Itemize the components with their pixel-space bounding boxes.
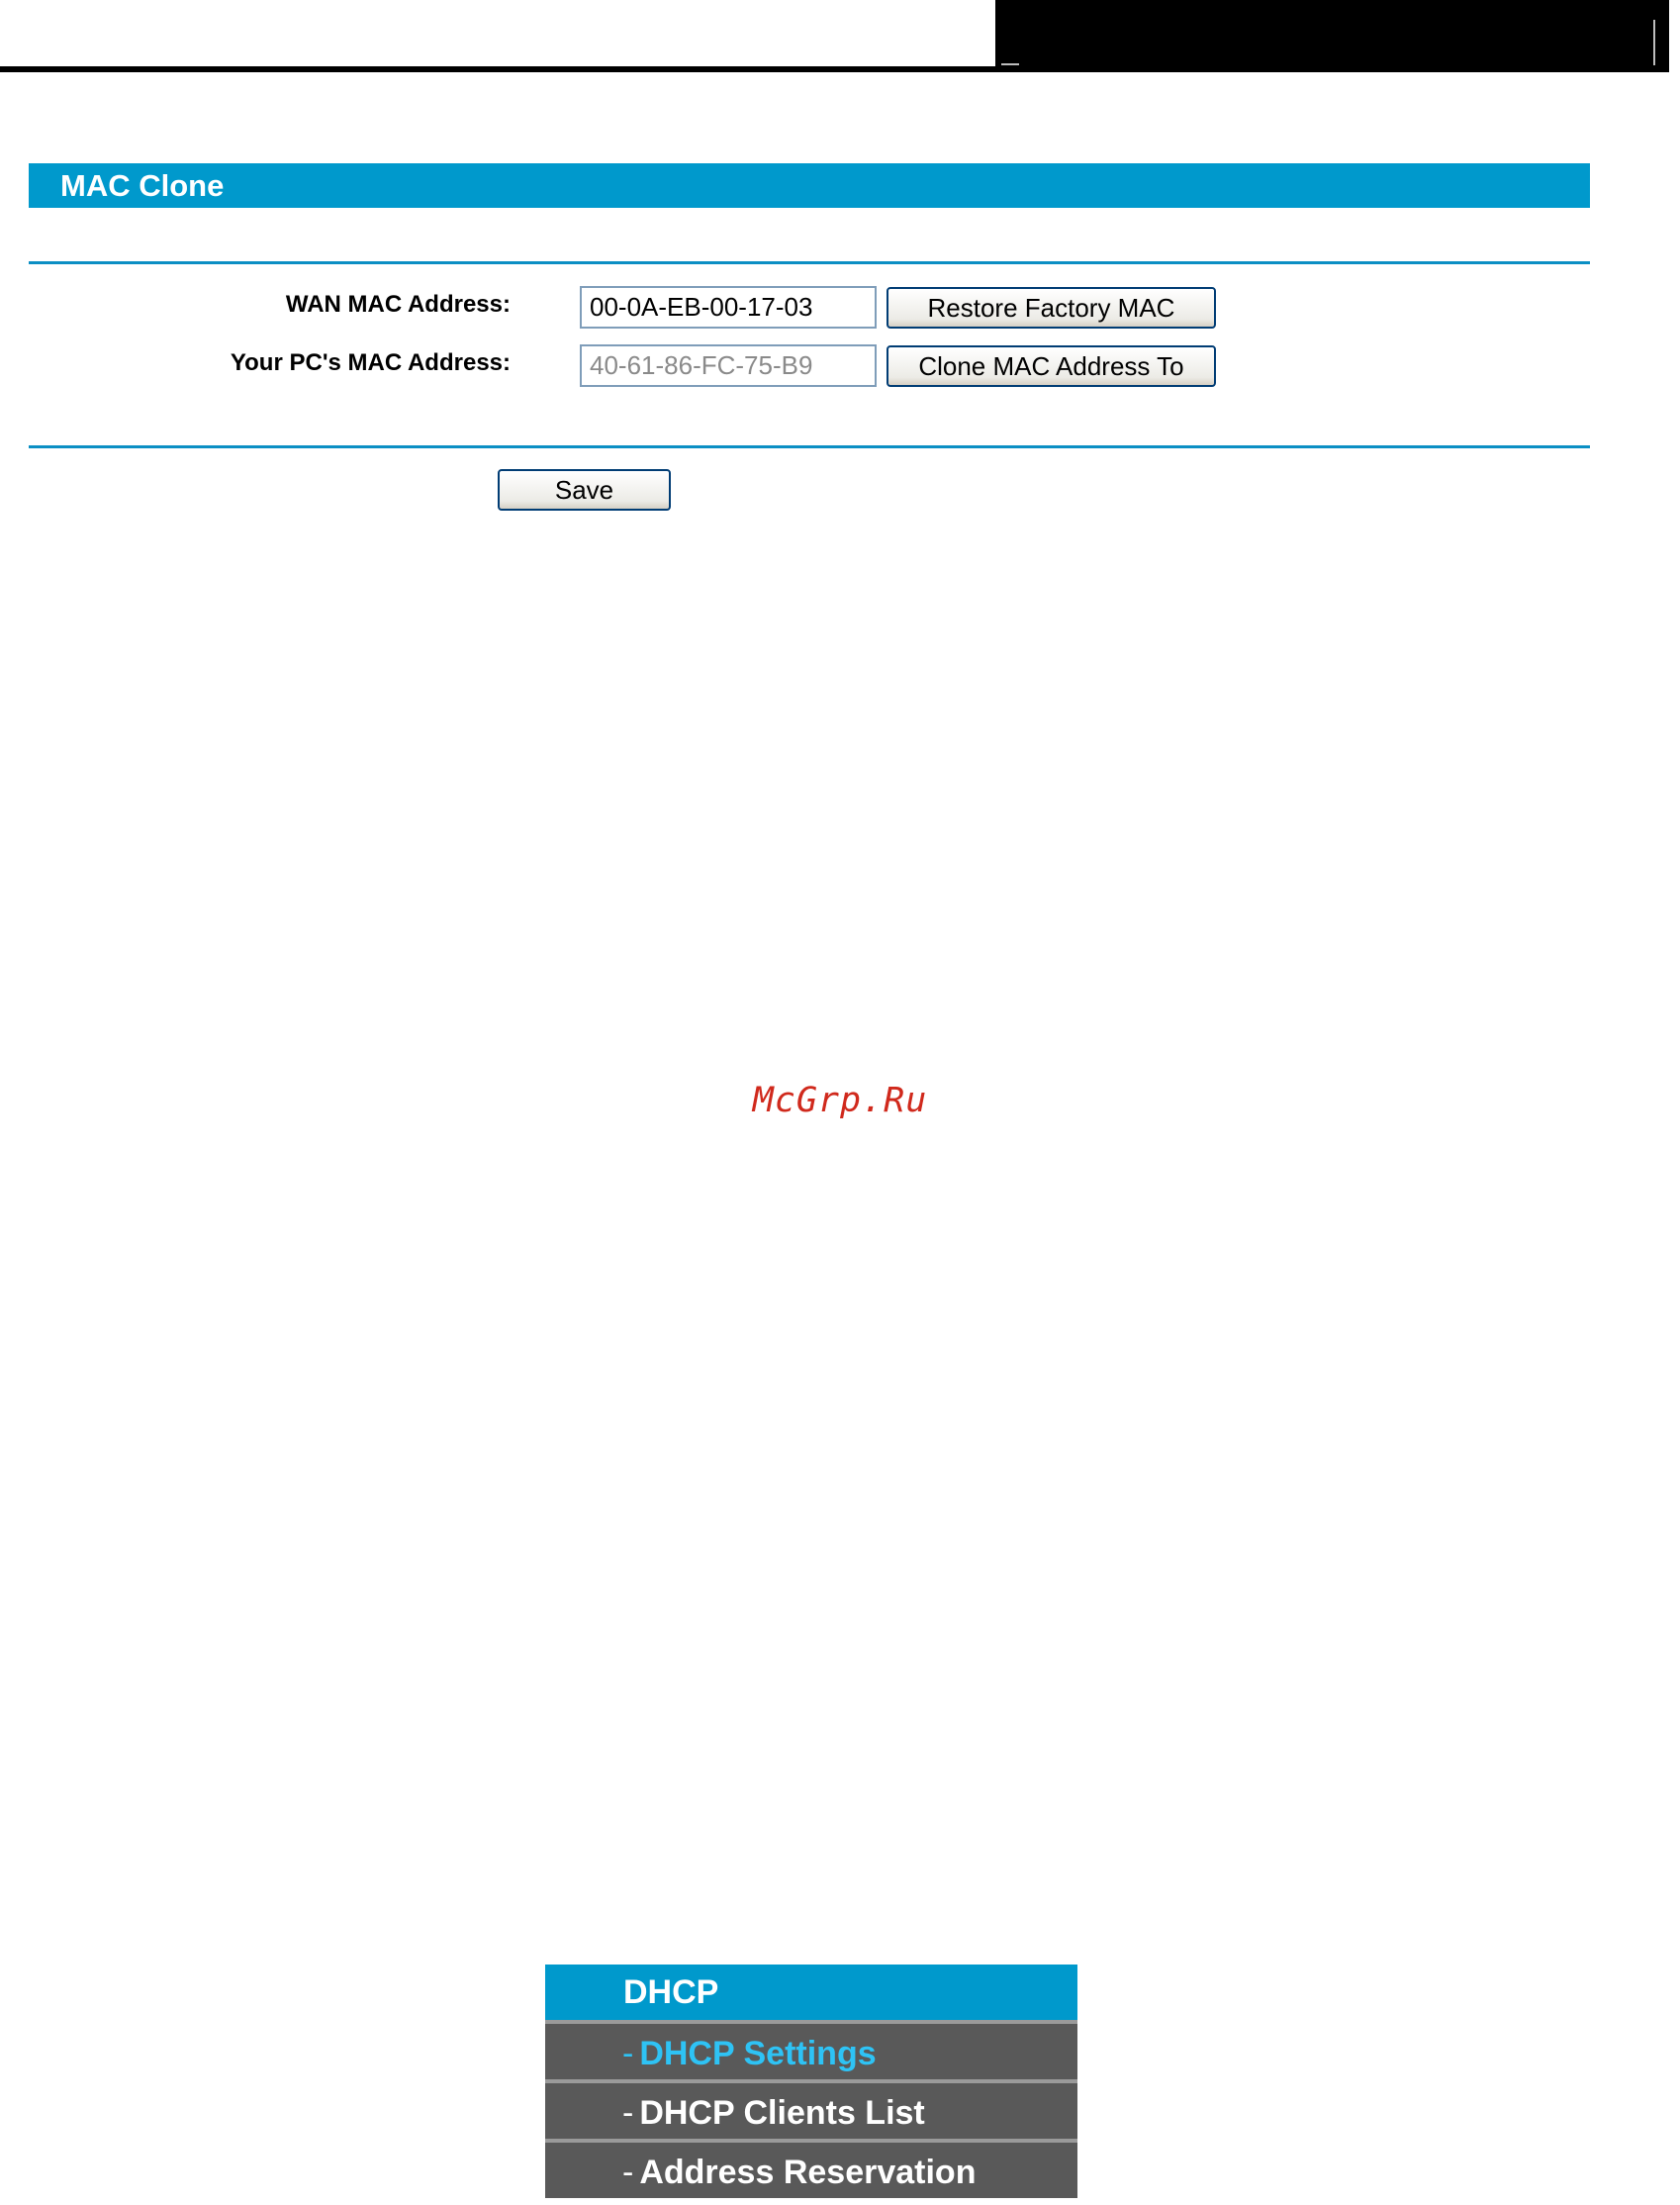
restore-factory-mac-button[interactable]: Restore Factory MAC xyxy=(887,287,1216,329)
section-divider xyxy=(29,261,1590,264)
menu-item-label: DHCP Clients List xyxy=(639,2094,925,2132)
dhcp-menu: DHCP - DHCP Settings - DHCP Clients List -… xyxy=(545,1965,1077,2205)
pc-mac-label: Your PC's MAC Address: xyxy=(230,349,511,376)
save-button[interactable]: Save xyxy=(498,469,671,511)
header-tick-mark xyxy=(1653,20,1655,65)
clone-mac-address-button[interactable]: Clone MAC Address To xyxy=(887,345,1216,387)
menu-item-label: Address Reservation xyxy=(639,2154,977,2191)
pc-mac-input[interactable] xyxy=(580,344,877,387)
header-tick-mark xyxy=(1001,63,1019,65)
section-divider xyxy=(29,445,1590,448)
menu-item-dhcp-settings[interactable]: - DHCP Settings xyxy=(545,2020,1077,2079)
menu-header-dhcp[interactable]: DHCP xyxy=(545,1965,1077,2020)
menu-item-label: DHCP Settings xyxy=(639,2035,877,2072)
menu-item-dash: - xyxy=(622,2154,634,2191)
watermark: McGrp.Ru xyxy=(752,1081,928,1120)
header-black-block xyxy=(995,0,1669,72)
wan-mac-label: WAN MAC Address: xyxy=(285,291,511,318)
menu-item-dhcp-clients-list[interactable]: - DHCP Clients List xyxy=(545,2079,1077,2139)
menu-item-dash: - xyxy=(622,2035,634,2072)
page-title: MAC Clone xyxy=(29,163,1590,208)
wan-mac-input[interactable] xyxy=(580,286,877,329)
menu-item-dash: - xyxy=(622,2094,634,2132)
header-rule xyxy=(0,66,995,72)
menu-item-address-reservation[interactable]: - Address Reservation xyxy=(545,2139,1077,2198)
